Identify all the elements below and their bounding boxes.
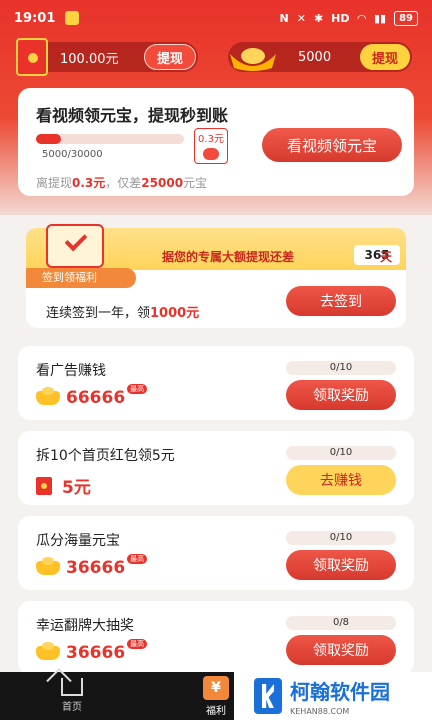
red-packet-icon bbox=[36, 476, 52, 495]
claim-reward-button[interactable]: 领取奖励 bbox=[286, 380, 396, 410]
signin-button[interactable]: 去签到 bbox=[286, 286, 396, 316]
ingot-withdraw-button[interactable]: 提现 bbox=[359, 44, 410, 70]
nav-home[interactable]: 首页 bbox=[42, 672, 102, 720]
hint-amount: 0.3元 bbox=[72, 176, 106, 190]
max-badge: 最高 bbox=[127, 384, 148, 394]
wechat-icon bbox=[203, 148, 219, 160]
task-reward-value: 5元 bbox=[62, 478, 91, 498]
mini-reward-badge: 0.3元 bbox=[194, 128, 228, 164]
hint-count: 25000 bbox=[141, 176, 184, 190]
red-packet-icon bbox=[16, 38, 48, 76]
task-progress: 0/10 bbox=[286, 531, 396, 545]
video-card-title: 看视频领元宝，提现秒到账 bbox=[36, 106, 229, 125]
task-progress: 0/10 bbox=[286, 361, 396, 375]
home-icon bbox=[61, 678, 83, 696]
hint-suffix: 元宝 bbox=[183, 176, 208, 190]
video-progress-text: 5000/30000 bbox=[42, 149, 103, 160]
ingot-amount: 5000 bbox=[298, 49, 332, 65]
task-card: 看广告赚钱 0/10 66666 最高 领取奖励 bbox=[18, 346, 414, 420]
task-name: 看广告赚钱 bbox=[36, 363, 106, 379]
task-card: 幸运翻牌大抽奖 0/8 36666 最高 领取奖励 bbox=[18, 601, 414, 675]
task-progress: 0/8 bbox=[286, 616, 396, 630]
cash-withdraw-button[interactable]: 提现 bbox=[143, 44, 196, 70]
claim-reward-button[interactable]: 领取奖励 bbox=[286, 550, 396, 580]
gold-ingot-icon bbox=[230, 48, 276, 71]
watermark-name: 柯翰软件园 bbox=[290, 680, 390, 704]
battery-icon: 89 bbox=[394, 10, 418, 26]
wifi-icon: ◠ bbox=[357, 11, 366, 25]
task-progress: 0/10 bbox=[286, 446, 396, 460]
gold-ingot-icon bbox=[36, 387, 60, 405]
notification-icon bbox=[65, 11, 80, 25]
signin-days-count: 365 bbox=[354, 245, 400, 265]
task-name: 幸运翻牌大抽奖 bbox=[36, 618, 134, 634]
task-reward: 66666 最高 bbox=[36, 384, 148, 408]
hint-mid: ，仅差 bbox=[105, 176, 142, 190]
gold-ingot-icon bbox=[36, 557, 60, 575]
max-badge: 最高 bbox=[127, 639, 148, 649]
signin-header-message: 据您的专属大额提现还差 bbox=[162, 250, 295, 264]
task-reward-value: 66666 bbox=[66, 388, 126, 408]
task-reward: 36666 最高 bbox=[36, 639, 148, 663]
watermark-logo bbox=[254, 678, 282, 714]
site-watermark: 柯翰软件园 KEHAN88.COM bbox=[234, 672, 432, 720]
task-reward-value: 36666 bbox=[66, 558, 126, 578]
video-progress-fill bbox=[36, 134, 61, 144]
task-name: 瓜分海量元宝 bbox=[36, 533, 120, 549]
hint-prefix: 离提现 bbox=[36, 176, 73, 190]
mini-reward-value: 0.3元 bbox=[198, 134, 224, 145]
video-reward-card: 看视频领元宝，提现秒到账 5000/30000 0.3元 离提现0.3元，仅差2… bbox=[18, 88, 414, 196]
balance-row: 100.00元 提现 5000 提现 bbox=[0, 38, 432, 76]
go-earn-button[interactable]: 去赚钱 bbox=[286, 465, 396, 495]
signin-text-amount: 1000元 bbox=[150, 306, 200, 321]
max-badge: 最高 bbox=[127, 554, 148, 564]
cash-amount: 100.00元 bbox=[60, 51, 119, 67]
signin-description: 连续签到一年，领1000元 bbox=[46, 302, 199, 321]
withdraw-hint: 离提现0.3元，仅差25000元宝 bbox=[36, 174, 207, 191]
claim-reward-button[interactable]: 领取奖励 bbox=[286, 635, 396, 665]
signal-icon: ▮▮ bbox=[373, 11, 387, 25]
nfc-icon: Ν bbox=[279, 11, 289, 25]
nav-home-label: 首页 bbox=[62, 702, 82, 713]
mute-icon: ✕ bbox=[296, 11, 306, 25]
task-reward: 5元 bbox=[36, 473, 91, 498]
task-card: 拆10个首页红包领5元 0/10 5元 去赚钱 bbox=[18, 431, 414, 505]
bluetooth-icon: ✱ bbox=[313, 11, 324, 25]
status-icons: Ν ✕ ✱ HD ◠ ▮▮ 89 bbox=[279, 10, 418, 26]
signin-header: 据您的专属大额提现还差 365 bbox=[26, 224, 406, 270]
task-reward: 36666 最高 bbox=[36, 554, 148, 578]
task-reward-value: 36666 bbox=[66, 643, 126, 663]
status-time: 19:01 bbox=[14, 10, 56, 26]
signin-days-suffix: 天 bbox=[380, 250, 393, 264]
gold-ingot-icon bbox=[36, 642, 60, 660]
watch-video-button[interactable]: 看视频领元宝 bbox=[262, 128, 402, 162]
status-bar: 19:01 Ν ✕ ✱ HD ◠ ▮▮ 89 bbox=[0, 0, 432, 36]
hd-icon: HD bbox=[331, 11, 350, 25]
watermark-url: KEHAN88.COM bbox=[290, 707, 350, 716]
welfare-icon: ¥ bbox=[203, 676, 229, 700]
task-name: 拆10个首页红包领5元 bbox=[36, 448, 175, 464]
calendar-check-icon bbox=[46, 224, 104, 268]
task-card: 瓜分海量元宝 0/10 36666 最高 领取奖励 bbox=[18, 516, 414, 590]
signin-tag: 签到领福利 bbox=[26, 268, 136, 288]
video-progress-bar bbox=[36, 134, 184, 144]
signin-text-prefix: 连续签到一年，领 bbox=[46, 306, 151, 321]
nav-welfare-label: 福利 bbox=[206, 706, 226, 717]
